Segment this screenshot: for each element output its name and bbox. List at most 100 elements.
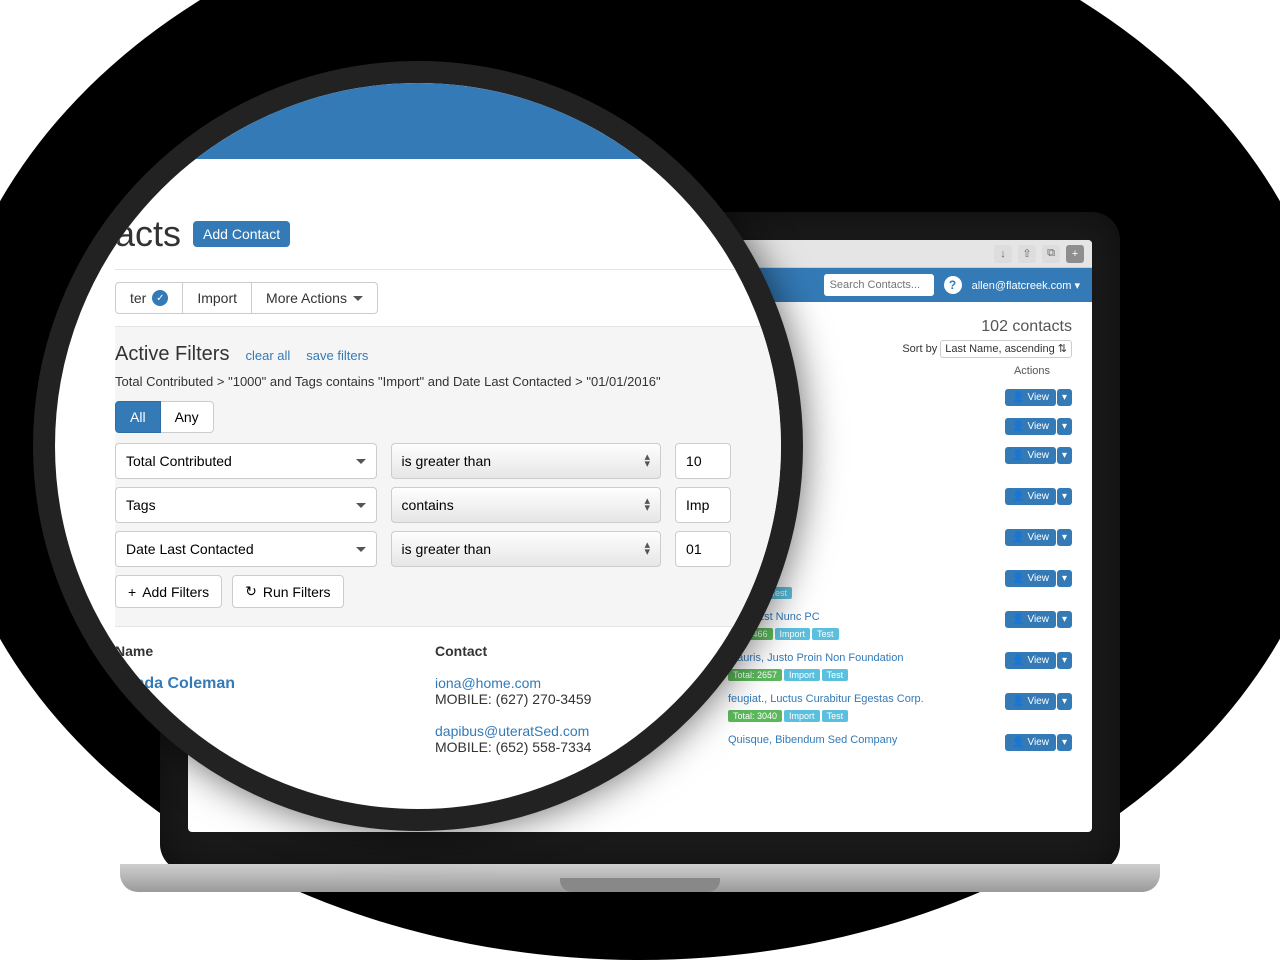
match-any-button[interactable]: Any bbox=[161, 401, 214, 433]
view-button[interactable]: 👤 View bbox=[1005, 652, 1056, 669]
view-dropdown-button[interactable]: ▾ bbox=[1057, 488, 1072, 505]
row-actions: 👤 View▾ bbox=[992, 652, 1072, 669]
filter-button-label: ter bbox=[130, 290, 146, 306]
run-filters-button[interactable]: ↻ Run Filters bbox=[232, 575, 343, 608]
match-toggle: All Any bbox=[115, 401, 731, 433]
magnifier-lens: acts Add Contact ter ✓ Import More Actio… bbox=[33, 61, 803, 831]
user-menu[interactable]: allen@flatcreek.com ▾ bbox=[972, 279, 1080, 292]
filter-operator-select[interactable]: is greater than▴▾ bbox=[391, 443, 661, 479]
more-actions-button[interactable]: More Actions bbox=[252, 282, 378, 314]
match-all-button[interactable]: All bbox=[115, 401, 161, 433]
view-button[interactable]: 👤 View bbox=[1005, 693, 1056, 710]
add-filters-button[interactable]: + Add Filters bbox=[115, 575, 222, 608]
filter-field-select[interactable]: Tags bbox=[115, 487, 377, 523]
contact-row: iranda Colemaniona@home.comMOBILE: (627)… bbox=[115, 667, 711, 715]
sort-arrows-icon: ▴▾ bbox=[645, 454, 651, 468]
view-button[interactable]: 👤 View bbox=[1005, 488, 1056, 505]
page-title: acts bbox=[115, 213, 181, 255]
row-actions: 👤 View▾ bbox=[992, 693, 1072, 710]
tag: Test bbox=[822, 669, 849, 681]
tag: Import bbox=[784, 669, 820, 681]
sort-select[interactable]: Last Name, ascending ⇅ bbox=[940, 340, 1072, 358]
name-column-header: Name bbox=[115, 643, 435, 659]
filters-title: Active Filters bbox=[115, 343, 229, 366]
view-button[interactable]: 👤 View bbox=[1005, 570, 1056, 587]
row-actions: 👤 View▾ bbox=[992, 447, 1072, 464]
contact-phone: MOBILE: (627) 270-3459 bbox=[435, 691, 591, 707]
refresh-icon: ↻ bbox=[245, 583, 257, 600]
filter-value-input[interactable]: 01 bbox=[675, 531, 731, 567]
caret-down-icon bbox=[356, 459, 366, 464]
filter-button[interactable]: ter ✓ bbox=[115, 282, 183, 314]
actions-column-header: Actions bbox=[992, 365, 1072, 377]
filter-row: Tags contains▴▾ Imp bbox=[115, 487, 731, 523]
view-dropdown-button[interactable]: ▾ bbox=[1057, 570, 1072, 587]
share-icon[interactable]: ⇧ bbox=[1018, 245, 1036, 263]
sort-arrows-icon: ▴▾ bbox=[645, 498, 651, 512]
list-header: Name Contact bbox=[115, 627, 781, 667]
contact-row: Hooverdapibus@uteratSed.comMOBILE: (652)… bbox=[115, 715, 711, 763]
view-button[interactable]: 👤 View bbox=[1005, 734, 1056, 751]
filters-panel: Active Filters clear all save filters To… bbox=[115, 326, 801, 627]
plus-icon: + bbox=[128, 584, 136, 600]
run-filters-label: Run Filters bbox=[263, 584, 331, 600]
filter-field-select[interactable]: Date Last Contacted bbox=[115, 531, 377, 567]
row-actions: 👤 View▾ bbox=[992, 611, 1072, 628]
filter-value-input[interactable]: Imp bbox=[675, 487, 731, 523]
tag: Test bbox=[822, 710, 849, 722]
view-button[interactable]: 👤 View bbox=[1005, 611, 1056, 628]
contact-email-link[interactable]: dapibus@uteratSed.com bbox=[435, 723, 591, 739]
row-actions: 👤 View▾ bbox=[992, 418, 1072, 435]
filter-operator-select[interactable]: is greater than▴▾ bbox=[391, 531, 661, 567]
filter-row: Total Contributed is greater than▴▾ 10 bbox=[115, 443, 731, 479]
view-button[interactable]: 👤 View bbox=[1005, 447, 1056, 464]
contact-name-link[interactable]: Hoover bbox=[115, 723, 435, 755]
filter-field-select[interactable]: Total Contributed bbox=[115, 443, 377, 479]
view-button[interactable]: 👤 View bbox=[1005, 418, 1056, 435]
add-contact-button[interactable]: Add Contact bbox=[193, 221, 290, 247]
view-dropdown-button[interactable]: ▾ bbox=[1057, 652, 1072, 669]
clear-all-link[interactable]: clear all bbox=[245, 348, 290, 363]
caret-down-icon bbox=[353, 296, 363, 301]
row-actions: 👤 View▾ bbox=[992, 389, 1072, 406]
filter-summary: Total Contributed > "1000" and Tags cont… bbox=[115, 374, 731, 389]
tag: Import bbox=[784, 710, 820, 722]
new-tab-icon[interactable]: + bbox=[1066, 245, 1084, 263]
view-dropdown-button[interactable]: ▾ bbox=[1057, 447, 1072, 464]
filter-value-input[interactable]: 10 bbox=[675, 443, 731, 479]
view-dropdown-button[interactable]: ▾ bbox=[1057, 611, 1072, 628]
page-header: acts Add Contact bbox=[115, 199, 781, 270]
row-actions: 👤 View▾ bbox=[992, 488, 1072, 505]
view-dropdown-button[interactable]: ▾ bbox=[1057, 389, 1072, 406]
check-icon: ✓ bbox=[152, 290, 168, 306]
import-button[interactable]: Import bbox=[183, 282, 252, 314]
search-input[interactable] bbox=[824, 274, 934, 296]
caret-down-icon bbox=[356, 547, 366, 552]
filter-operator-select[interactable]: contains▴▾ bbox=[391, 487, 661, 523]
row-actions: 👤 View▾ bbox=[992, 529, 1072, 546]
contact-info: iona@home.comMOBILE: (627) 270-3459 bbox=[435, 675, 591, 707]
more-actions-label: More Actions bbox=[266, 290, 347, 306]
view-dropdown-button[interactable]: ▾ bbox=[1057, 693, 1072, 710]
view-button[interactable]: 👤 View bbox=[1005, 389, 1056, 406]
help-icon[interactable]: ? bbox=[944, 276, 962, 294]
view-dropdown-button[interactable]: ▾ bbox=[1057, 734, 1072, 751]
sort-arrows-icon: ▴▾ bbox=[645, 542, 651, 556]
save-filters-link[interactable]: save filters bbox=[306, 348, 368, 363]
contact-info: dapibus@uteratSed.comMOBILE: (652) 558-7… bbox=[435, 723, 591, 755]
contact-email-link[interactable]: iona@home.com bbox=[435, 675, 591, 691]
sort-label: Sort by bbox=[902, 343, 937, 355]
caret-down-icon bbox=[356, 503, 366, 508]
toolbar: ter ✓ Import More Actions bbox=[115, 270, 781, 326]
view-dropdown-button[interactable]: ▾ bbox=[1057, 418, 1072, 435]
tabs-icon[interactable]: ⧉ bbox=[1042, 245, 1060, 263]
tag: Test bbox=[812, 628, 839, 640]
contact-column-header: Contact bbox=[435, 643, 487, 659]
filter-row: Date Last Contacted is greater than▴▾ 01 bbox=[115, 531, 731, 567]
contact-name-link[interactable]: iranda Coleman bbox=[115, 675, 435, 707]
add-filters-label: Add Filters bbox=[142, 584, 209, 600]
view-dropdown-button[interactable]: ▾ bbox=[1057, 529, 1072, 546]
download-icon[interactable]: ↓ bbox=[994, 245, 1012, 263]
row-actions: 👤 View▾ bbox=[992, 570, 1072, 587]
view-button[interactable]: 👤 View bbox=[1005, 529, 1056, 546]
